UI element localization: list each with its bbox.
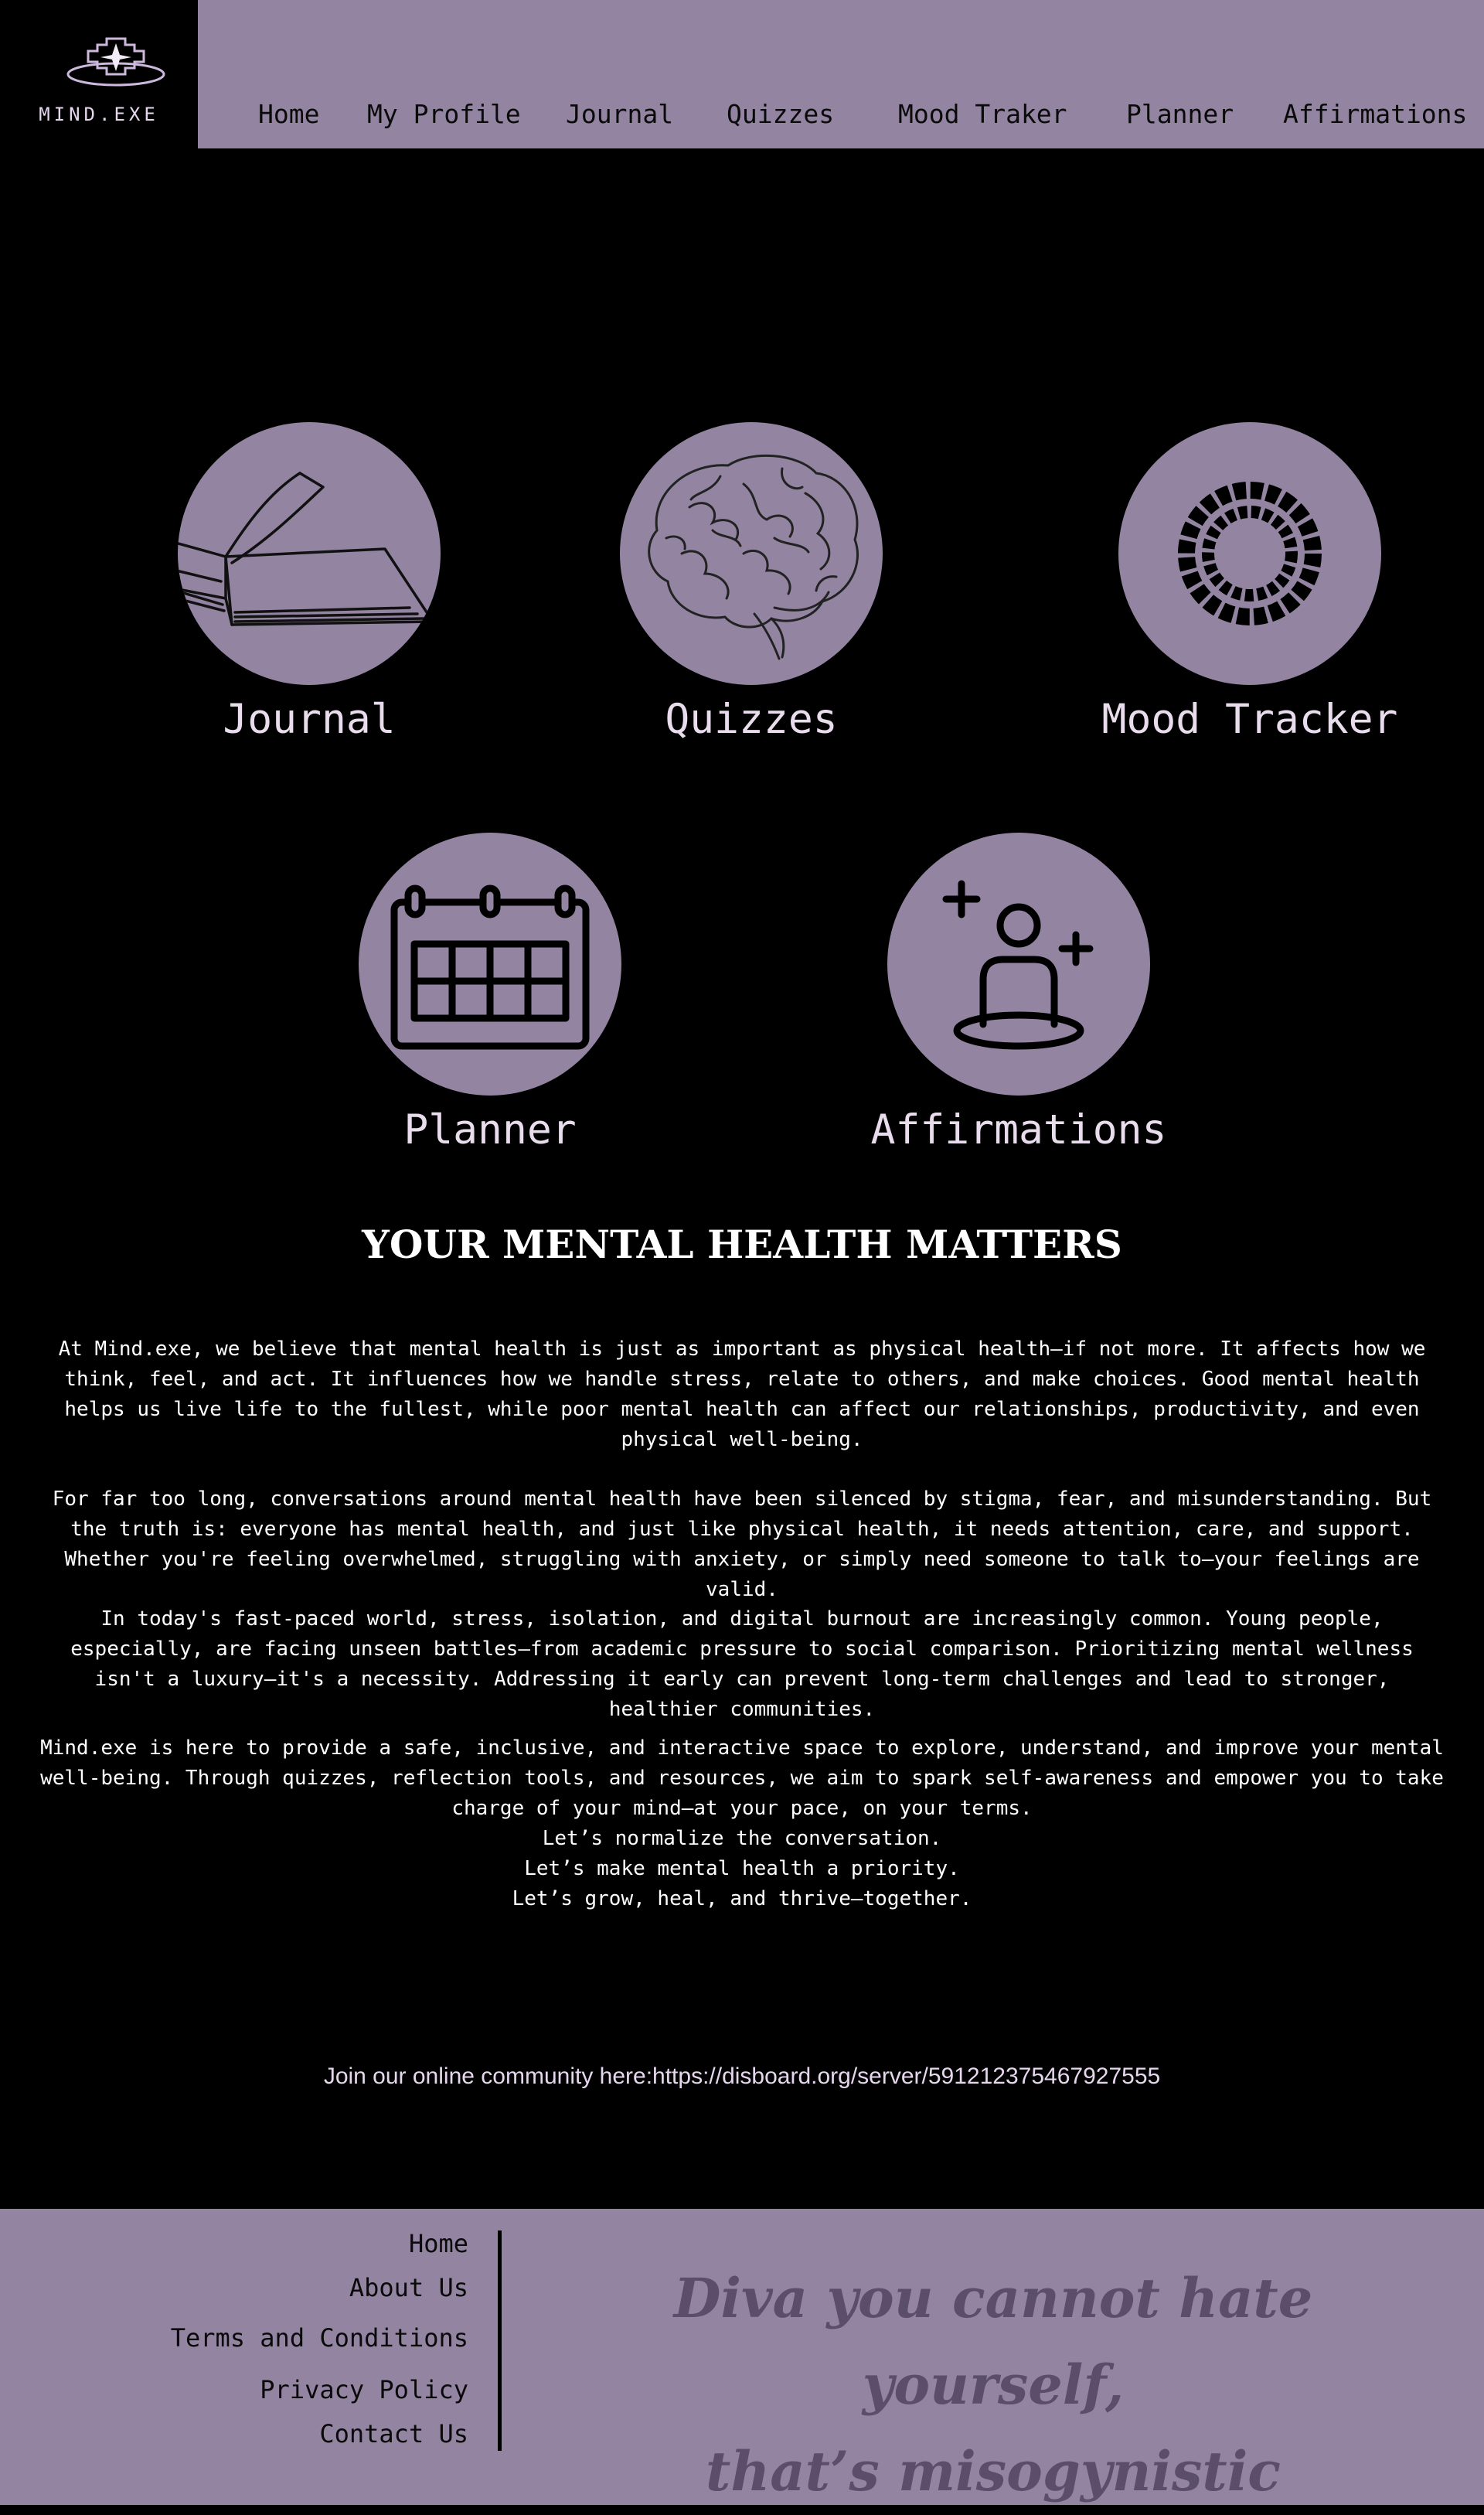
article-paragraph: At Mind.exe, we believe that mental heal… [58,1338,1426,1451]
feature-label: Planner [403,1106,577,1154]
nav-mood-tracker[interactable]: Mood Traker [898,99,1067,129]
logo[interactable]: MIND.EXE [0,0,198,148]
footer: Home About Us Terms and Conditions Priva… [0,2209,1484,2505]
nav-affirmations[interactable]: Affirmations [1283,99,1467,129]
quote-line: that’s misogynistic [706,2439,1281,2503]
feature-quizzes[interactable]: Quizzes [597,422,906,743]
closing-line: Let’s make mental health a priority. [524,1857,960,1880]
nav-my-profile[interactable]: My Profile [367,99,521,129]
feature-mood-tracker[interactable]: Mood Tracker [1095,422,1404,743]
logo-text: MIND.EXE [39,104,159,125]
footer-link-terms[interactable]: Terms and Conditions [171,2323,468,2353]
calendar-icon [390,884,590,1050]
feature-affirmations[interactable]: Affirmations [864,833,1173,1154]
article-paragraph: In today's fast-paced world, stress, iso… [70,1607,1414,1721]
feature-label: Mood Tracker [1101,696,1398,743]
closing-line: Let’s normalize the conversation. [542,1827,942,1850]
section-heading: YOUR MENTAL HEALTH MATTERS [362,1222,1122,1267]
nav-planner[interactable]: Planner [1126,99,1234,129]
article-paragraph: Mind.exe is here to provide a safe, incl… [40,1736,1444,1820]
feature-circle [359,833,621,1096]
community-link[interactable]: Join our online community here:https://d… [0,2063,1484,2090]
footer-divider [498,2230,502,2451]
ring-dial-icon [1178,482,1322,625]
feature-circle [620,422,883,685]
footer-link-contact[interactable]: Contact Us [319,2419,468,2449]
feature-circle [1118,422,1381,685]
closing-line: Let’s grow, heal, and thrive—together. [512,1887,972,1910]
feature-label: Affirmations [870,1106,1167,1154]
footer-link-home[interactable]: Home [409,2229,468,2258]
feature-label: Journal [223,696,396,743]
nav-home[interactable]: Home [258,99,319,129]
open-book-icon [178,472,434,626]
feature-planner[interactable]: Planner [335,833,645,1154]
feature-label: Quizzes [665,696,838,743]
pixel-star-logo-icon [66,37,165,87]
feature-circle [887,833,1150,1096]
nav-quizzes[interactable]: Quizzes [727,99,834,129]
footer-quote: Diva you cannot hate yourself, that’s mi… [541,2255,1445,2515]
feature-journal[interactable]: Journal [155,422,464,743]
brain-icon [648,454,859,660]
person-plus-icon [942,880,1094,1050]
footer-link-about-us[interactable]: About Us [349,2273,468,2302]
article-paragraph: For far too long, conversations around m… [52,1488,1432,1601]
nav-journal[interactable]: Journal [566,99,673,129]
footer-link-privacy[interactable]: Privacy Policy [260,2375,468,2404]
top-navigation-bar: MIND.EXE Home My Profile Journal Quizzes… [0,0,1484,148]
quote-line: Diva you cannot hate yourself, [673,2266,1313,2417]
feature-circle [178,422,441,685]
